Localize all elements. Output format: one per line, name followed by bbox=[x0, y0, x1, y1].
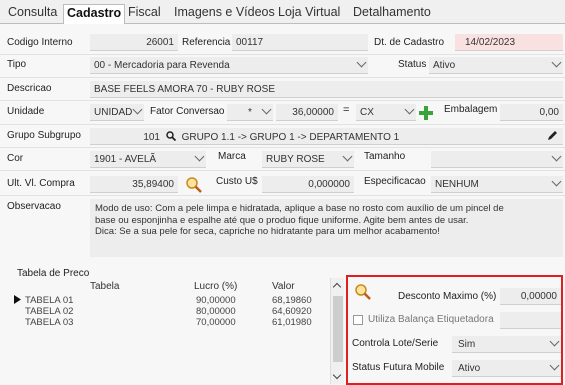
cor-value: 1901 - AVELÃ bbox=[94, 154, 157, 165]
ult-vl-compra-label: Ult. Vl. Compra bbox=[7, 178, 75, 189]
custo-us-label: Custo U$ bbox=[216, 176, 258, 187]
status-label: Status bbox=[398, 59, 427, 70]
descricao-label: Descricao bbox=[7, 83, 52, 94]
especificacao-label: Especificacao bbox=[364, 176, 426, 187]
chevron-down-icon bbox=[132, 104, 143, 115]
tab-consulta[interactable]: Consulta bbox=[8, 5, 57, 19]
tab-imagens-videos[interactable]: Imagens e Vídeos bbox=[174, 5, 275, 19]
col-tabela-header: Tabela bbox=[90, 281, 120, 292]
tab-fiscal[interactable]: Fiscal bbox=[128, 5, 161, 19]
row-tabela: TABELA 03 bbox=[25, 317, 74, 328]
embalagem-field[interactable]: 0,00 bbox=[500, 104, 563, 121]
search-icon[interactable] bbox=[353, 282, 373, 300]
descricao-field[interactable]: BASE FEELS AMORA 70 - RUBY ROSE bbox=[90, 81, 563, 98]
scroll-thumb[interactable] bbox=[333, 296, 343, 362]
referencia-label: Referencia bbox=[182, 37, 231, 48]
cx-value: CX bbox=[360, 107, 374, 118]
status-futura-select[interactable]: Ativo bbox=[452, 360, 561, 377]
tipo-select[interactable]: 00 - Mercadoria para Revenda bbox=[90, 57, 368, 74]
tab-cadastro[interactable]: Cadastro bbox=[63, 4, 126, 25]
referencia-field[interactable]: 00117 bbox=[232, 34, 368, 51]
especificacao-value: NENHUM bbox=[435, 179, 479, 190]
search-icon[interactable] bbox=[184, 175, 204, 193]
row-valor: 61,01980 bbox=[272, 317, 312, 328]
chevron-down-icon bbox=[356, 57, 367, 68]
status-futura-value: Ativo bbox=[458, 363, 481, 374]
equals-sign: = bbox=[343, 104, 350, 116]
marca-select[interactable]: RUBY ROSE bbox=[262, 151, 354, 168]
observacao-label: Observacao bbox=[7, 201, 61, 212]
fator-op-value: * bbox=[248, 107, 252, 118]
controla-lote-label: Controla Lote/Serie bbox=[352, 338, 439, 349]
controla-lote-value: Sim bbox=[458, 339, 476, 350]
price-grid-scrollbar[interactable] bbox=[330, 278, 344, 384]
chevron-down-icon bbox=[261, 104, 272, 115]
chevron-down-icon bbox=[342, 151, 353, 162]
scroll-down-icon[interactable] bbox=[332, 370, 342, 380]
unidade-label: Unidade bbox=[7, 106, 45, 117]
tipo-label: Tipo bbox=[7, 59, 27, 70]
unidade-value: UNIDAD bbox=[94, 107, 133, 118]
dt-cadastro-label: Dt. de Cadastro bbox=[374, 37, 445, 48]
chevron-down-icon bbox=[551, 57, 562, 68]
col-valor-header: Valor bbox=[272, 281, 295, 292]
chevron-down-icon bbox=[404, 104, 415, 115]
cor-select[interactable]: 1901 - AVELÃ bbox=[90, 151, 206, 168]
unidade-select[interactable]: UNIDAD bbox=[90, 104, 144, 121]
controla-lote-select[interactable]: Sim bbox=[452, 336, 561, 353]
codigo-interno-label: Codigo Interno bbox=[7, 37, 73, 48]
scroll-up-icon[interactable] bbox=[332, 282, 342, 292]
fator-op-select[interactable]: * bbox=[227, 104, 273, 121]
chevron-down-icon bbox=[551, 176, 562, 187]
marca-value: RUBY ROSE bbox=[266, 154, 325, 165]
fator-conversao-label: Fator Conversao bbox=[150, 106, 225, 117]
product-options-panel: Desconto Maximo (%) 0,00000 Utiliza Bala… bbox=[346, 275, 563, 385]
tabela-preco-title: Tabela de Preco bbox=[17, 268, 90, 279]
grupo-value: GRUPO 1.1 -> GRUPO 1 -> DEPARTAMENTO 1 bbox=[181, 132, 400, 143]
tamanho-label: Tamanho bbox=[364, 151, 406, 162]
balanca-field[interactable] bbox=[500, 312, 561, 329]
tamanho-select[interactable] bbox=[431, 151, 563, 168]
cor-label: Cor bbox=[7, 153, 24, 164]
observacao-line: Dica: Se a sua pele for seca, capriche n… bbox=[95, 226, 440, 237]
row-lucro: 70,00000 bbox=[196, 317, 236, 328]
add-unit-button[interactable] bbox=[419, 106, 433, 120]
grupo-subgrupo-label: Grupo Subgrupo bbox=[7, 130, 81, 141]
pencil-icon[interactable] bbox=[546, 130, 558, 142]
desconto-maximo-label: Desconto Maximo (%) bbox=[398, 291, 497, 302]
status-select[interactable]: Ativo bbox=[429, 57, 563, 74]
chevron-down-icon bbox=[549, 336, 560, 347]
grupo-code: 101 bbox=[143, 132, 160, 143]
codigo-interno-field[interactable]: 26001 bbox=[90, 34, 178, 51]
table-row[interactable]: TABELA 03 70,00000 61,01980 bbox=[0, 315, 330, 328]
chevron-down-icon bbox=[551, 151, 562, 162]
tab-detalhamento[interactable]: Detalhamento bbox=[353, 5, 431, 19]
cx-select[interactable]: CX bbox=[356, 104, 416, 121]
status-value: Ativo bbox=[433, 60, 456, 71]
dt-cadastro-field[interactable]: 14/02/2023 bbox=[455, 34, 563, 51]
search-icon[interactable] bbox=[166, 131, 176, 142]
tab-loja-virtual[interactable]: Loja Virtual bbox=[278, 5, 340, 19]
tipo-value: 00 - Mercadoria para Revenda bbox=[94, 60, 230, 71]
embalagem-label: Embalagem bbox=[444, 104, 498, 115]
marca-label: Marca bbox=[218, 151, 246, 162]
col-lucro-header: Lucro (%) bbox=[194, 281, 238, 292]
tab-bar: Consulta Cadastro Fiscal Imagens e Vídeo… bbox=[0, 0, 565, 25]
observacao-line: base ou esponjinha e espalhe até que o p… bbox=[95, 214, 469, 226]
observacao-textarea[interactable]: Modo de uso: Com a pele limpa e hidratad… bbox=[90, 199, 563, 257]
balanca-checkbox[interactable] bbox=[353, 315, 363, 325]
observacao-line: Modo de uso: Com a pele limpa e hidratad… bbox=[95, 203, 504, 214]
fator-value-field[interactable]: 36,00000 bbox=[276, 104, 338, 121]
desconto-maximo-field[interactable]: 0,00000 bbox=[500, 288, 561, 305]
especificacao-select[interactable]: NENHUM bbox=[431, 176, 563, 193]
ult-vl-compra-field[interactable]: 35,89400 bbox=[90, 176, 178, 193]
grupo-subgrupo-field[interactable]: 101 GRUPO 1.1 -> GRUPO 1 -> DEPARTAMENTO… bbox=[90, 128, 563, 145]
status-futura-label: Status Futura Mobile bbox=[352, 362, 445, 373]
balanca-label: Utiliza Balança Etiquetadora bbox=[368, 314, 494, 325]
chevron-down-icon bbox=[194, 151, 205, 162]
custo-us-field[interactable]: 0,000000 bbox=[262, 176, 354, 193]
chevron-down-icon bbox=[549, 360, 560, 371]
